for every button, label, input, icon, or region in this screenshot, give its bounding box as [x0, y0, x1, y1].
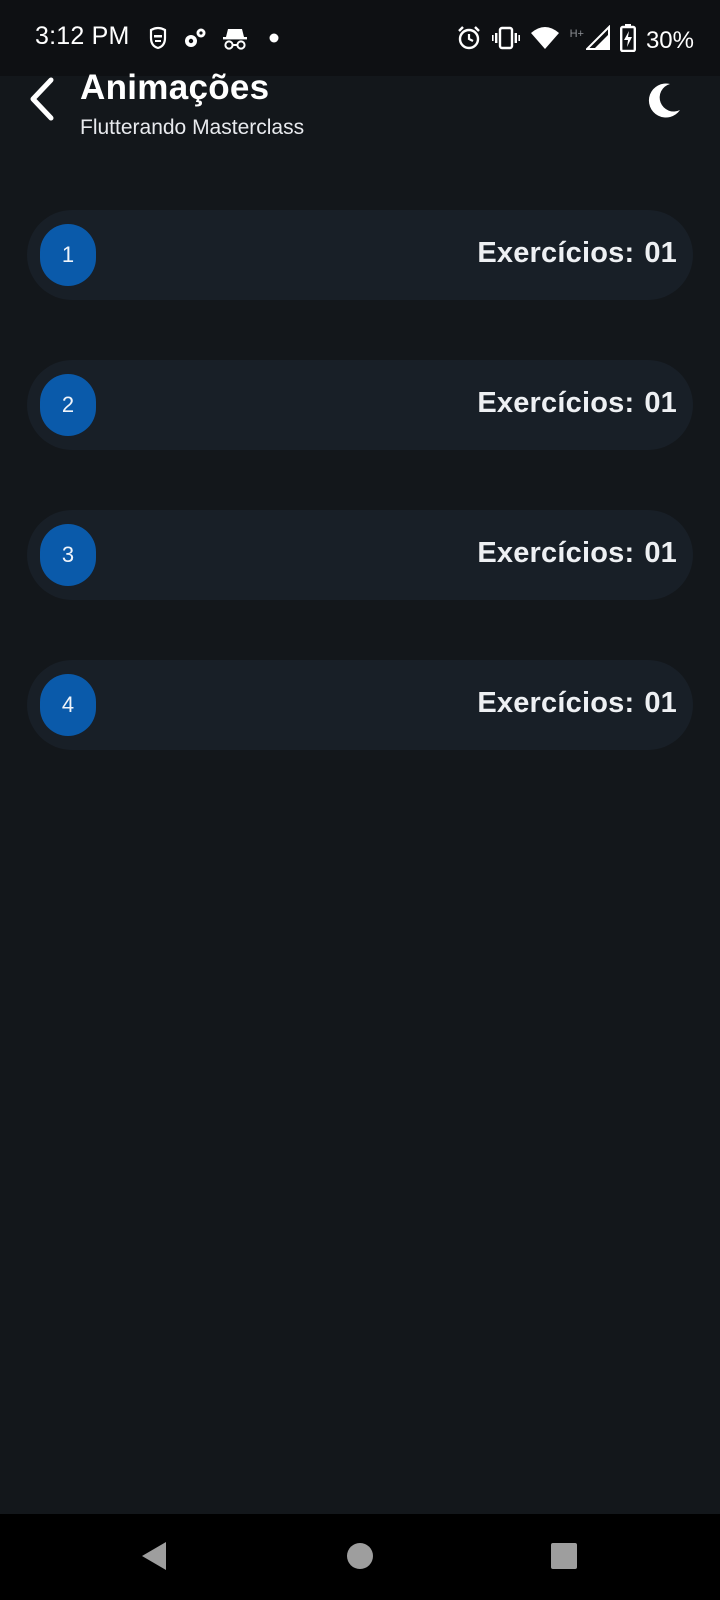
status-icons-left: [148, 26, 286, 55]
exercise-group-list: 1 Exercícios: 01 2 Exercícios: 01 3 Exercí…: [27, 210, 693, 810]
item-number-badge: 3: [40, 524, 96, 586]
nav-back-button[interactable]: [132, 1536, 176, 1580]
mask-icon: [148, 26, 168, 55]
incognito-icon: [222, 26, 248, 55]
item-count-label: Exercícios:: [477, 687, 635, 719]
wifi-icon: [530, 25, 560, 56]
status-time: 3:12 PM: [35, 22, 130, 50]
status-bar: 3:12 PM H+ 30%: [0, 0, 720, 76]
network-type: H+: [569, 27, 584, 40]
item-count-value: 01: [644, 537, 677, 569]
settings-gears-icon: [182, 26, 208, 55]
item-count-value: 01: [644, 387, 677, 419]
vibrate-icon: [491, 25, 520, 56]
item-count-value: 01: [644, 687, 677, 719]
item-count-label: Exercícios:: [477, 237, 635, 269]
item-exercise-count: Exercícios: 01: [477, 387, 677, 420]
battery-percentage: 30%: [645, 26, 694, 54]
item-exercise-count: Exercícios: 01: [477, 687, 677, 720]
battery-charging-icon: [619, 24, 636, 57]
item-count-label: Exercícios:: [477, 387, 635, 419]
dot-icon: [262, 26, 286, 55]
back-button[interactable]: [22, 76, 62, 126]
item-number-badge: 2: [40, 374, 96, 436]
page-title: Animações: [80, 68, 270, 107]
chevron-left-icon: [27, 76, 57, 127]
list-item[interactable]: 2 Exercícios: 01: [27, 360, 693, 450]
moon-icon: [642, 83, 686, 126]
list-item[interactable]: 3 Exercícios: 01: [27, 510, 693, 600]
system-nav-bar: [0, 1514, 720, 1600]
item-number-badge: 1: [40, 224, 96, 286]
item-number-badge: 4: [40, 674, 96, 736]
list-item[interactable]: 1 Exercícios: 01: [27, 210, 693, 300]
alarm-icon: [456, 25, 482, 56]
nav-recents-icon: [550, 1542, 578, 1575]
item-exercise-count: Exercícios: 01: [477, 237, 677, 270]
nav-home-icon: [346, 1542, 374, 1575]
item-exercise-count: Exercícios: 01: [477, 537, 677, 570]
app-bar: Animações Flutterando Masterclass: [0, 68, 720, 166]
status-icons-right: H+ 30%: [456, 24, 694, 57]
nav-recents-button[interactable]: [542, 1536, 586, 1580]
nav-home-button[interactable]: [338, 1536, 382, 1580]
list-item[interactable]: 4 Exercícios: 01: [27, 660, 693, 750]
page-subtitle: Flutterando Masterclass: [80, 116, 305, 139]
item-count-value: 01: [644, 237, 677, 269]
nav-back-icon: [139, 1540, 169, 1577]
item-count-label: Exercícios:: [477, 537, 635, 569]
signal-icon: [584, 24, 610, 56]
theme-toggle-button[interactable]: [642, 78, 686, 122]
